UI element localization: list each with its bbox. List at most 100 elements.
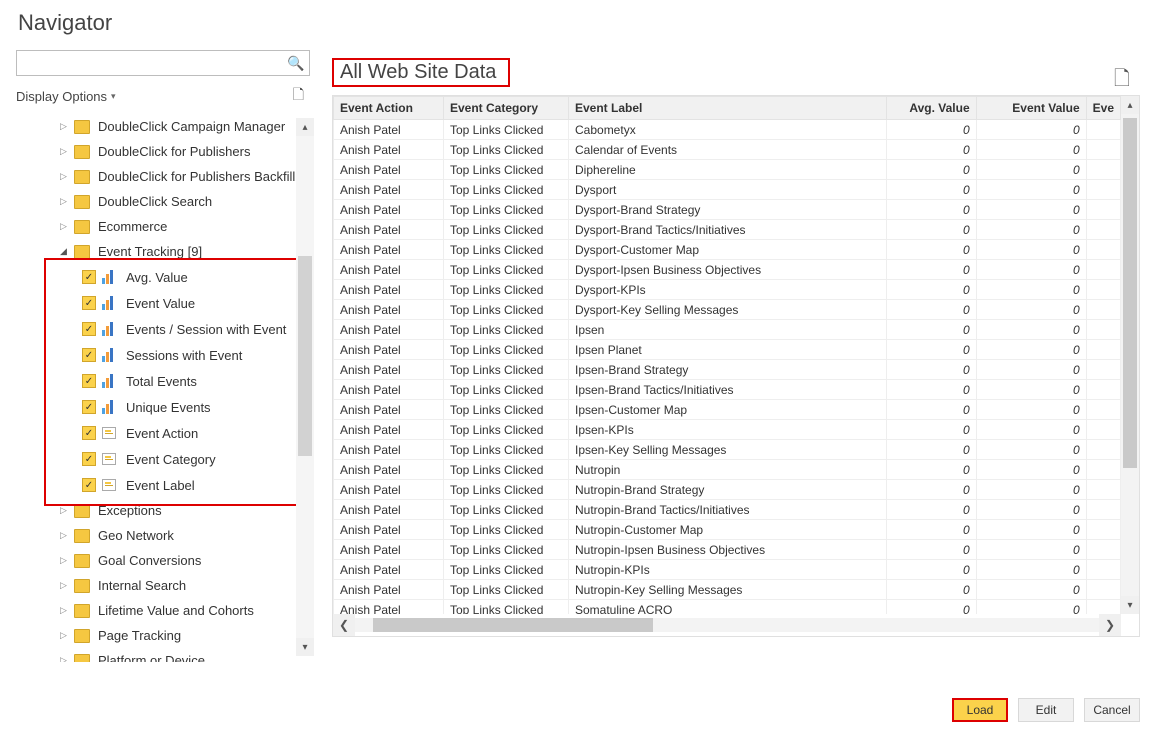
tree-node[interactable]: ▷DoubleClick for Publishers Backfill [16, 164, 314, 189]
search-box[interactable]: 🔍 [16, 50, 310, 76]
table-row[interactable]: Anish PatelTop Links ClickedNutropin-Key… [334, 580, 1121, 600]
tree-scrollbar[interactable]: ▴ ▾ [296, 118, 314, 656]
search-icon[interactable]: 🔍 [283, 55, 309, 72]
checkbox-checked-icon[interactable]: ✓ [82, 452, 96, 466]
chevron-right-icon[interactable]: ▷ [60, 655, 70, 662]
tree-dimension-item[interactable]: ✓Event Category [16, 446, 314, 472]
col-header[interactable]: Event Category [444, 97, 569, 120]
tree-node[interactable]: ▷DoubleClick Campaign Manager [16, 114, 314, 139]
table-row[interactable]: Anish PatelTop Links ClickedIpsen Planet… [334, 340, 1121, 360]
tree-node[interactable]: ▷DoubleClick Search [16, 189, 314, 214]
chevron-right-icon[interactable]: ▷ [60, 196, 70, 207]
tree-dimension-item[interactable]: ✓Event Action [16, 420, 314, 446]
col-header[interactable]: Event Label [569, 97, 887, 120]
search-input[interactable] [17, 51, 283, 75]
table-row[interactable]: Anish PatelTop Links ClickedDysport-Bran… [334, 220, 1121, 240]
tree-node[interactable]: ▷Internal Search [16, 573, 314, 598]
table-row[interactable]: Anish PatelTop Links ClickedDysport-Cust… [334, 240, 1121, 260]
table-row[interactable]: Anish PatelTop Links ClickedDysport-Key … [334, 300, 1121, 320]
cancel-button[interactable]: Cancel [1084, 698, 1140, 722]
table-row[interactable]: Anish PatelTop Links ClickedNutropin00 [334, 460, 1121, 480]
tree-metric-item[interactable]: ✓Event Value [16, 290, 314, 316]
chevron-right-icon[interactable]: ▷ [60, 121, 70, 132]
checkbox-checked-icon[interactable]: ✓ [82, 426, 96, 440]
table-row[interactable]: Anish PatelTop Links ClickedNutropin-Ips… [334, 540, 1121, 560]
display-options-row[interactable]: Display Options ▾ 🗋 [10, 82, 314, 112]
tree-metric-item[interactable]: ✓ Sessions with Event [16, 342, 314, 368]
table-row[interactable]: Anish PatelTop Links ClickedIpsen-Brand … [334, 360, 1121, 380]
chevron-right-icon[interactable]: ▷ [60, 605, 70, 616]
tree-node[interactable]: ▷Lifetime Value and Cohorts [16, 598, 314, 623]
tree-label: Sessions with Event [126, 348, 242, 363]
table-row[interactable]: Anish PatelTop Links ClickedIpsen-Key Se… [334, 440, 1121, 460]
col-header[interactable]: Event Action [334, 97, 444, 120]
col-header[interactable]: Event Value [976, 97, 1086, 120]
scroll-up-icon[interactable]: ▴ [1121, 96, 1139, 114]
chevron-right-icon[interactable]: ▷ [60, 505, 70, 516]
tree-node[interactable]: ▷Goal Conversions [16, 548, 314, 573]
chevron-right-icon[interactable]: ▷ [60, 580, 70, 591]
scroll-left-icon[interactable]: ❮ [333, 614, 355, 636]
table-row[interactable]: Anish PatelTop Links ClickedDiphereline0… [334, 160, 1121, 180]
tree-node[interactable]: ▷Geo Network [16, 523, 314, 548]
table-row[interactable]: Anish PatelTop Links ClickedDysport-KPIs… [334, 280, 1121, 300]
table-row[interactable]: Anish PatelTop Links ClickedIpsen-KPIs00 [334, 420, 1121, 440]
col-header[interactable]: Avg. Value [886, 97, 976, 120]
tree-node[interactable]: ▷DoubleClick for Publishers [16, 139, 314, 164]
table-row[interactable]: Anish PatelTop Links ClickedDysport-Bran… [334, 200, 1121, 220]
chevron-down-icon[interactable]: ◢ [60, 246, 70, 257]
chevron-right-icon[interactable]: ▷ [60, 630, 70, 641]
checkbox-checked-icon[interactable]: ✓ [82, 374, 96, 388]
scroll-thumb[interactable] [373, 618, 653, 632]
tree-dimension-item[interactable]: ✓Event Label [16, 472, 314, 498]
scroll-thumb[interactable] [1123, 118, 1137, 468]
tree-metric-item[interactable]: ✓Events / Session with Event [16, 316, 314, 342]
tree-metric-item[interactable]: ✓Avg. Value [16, 264, 314, 290]
refresh-icon[interactable]: 🗋 [293, 84, 304, 108]
tree-node-event-tracking[interactable]: ◢ Event Tracking [9] [16, 239, 314, 264]
checkbox-checked-icon[interactable]: ✓ [82, 322, 96, 336]
table-row[interactable]: Anish PatelTop Links ClickedDysport-Ipse… [334, 260, 1121, 280]
checkbox-checked-icon[interactable]: ✓ [82, 348, 96, 362]
table-scrollbar-horizontal[interactable]: ❮ ❯ [333, 614, 1121, 636]
chevron-right-icon[interactable]: ▷ [60, 221, 70, 232]
scroll-track[interactable] [355, 618, 1099, 632]
checkbox-checked-icon[interactable]: ✓ [82, 270, 96, 284]
preview-panel: All Web Site Data 🗋 Event Action Event C… [320, 50, 1150, 662]
tree-node[interactable]: ▷Page Tracking [16, 623, 314, 648]
table-row[interactable]: Anish PatelTop Links ClickedNutropin-KPI… [334, 560, 1121, 580]
table-row[interactable]: Anish PatelTop Links ClickedCalendar of … [334, 140, 1121, 160]
refresh-preview-icon[interactable]: 🗋 [1114, 64, 1130, 98]
col-header[interactable]: Eve [1086, 97, 1120, 120]
scroll-down-icon[interactable]: ▾ [296, 638, 314, 656]
table-row[interactable]: Anish PatelTop Links ClickedCabometyx00 [334, 120, 1121, 140]
checkbox-checked-icon[interactable]: ✓ [82, 296, 96, 310]
table-row[interactable]: Anish PatelTop Links ClickedNutropin-Cus… [334, 520, 1121, 540]
table-row[interactable]: Anish PatelTop Links ClickedNutropin-Bra… [334, 480, 1121, 500]
table-row[interactable]: Anish PatelTop Links ClickedIpsen-Brand … [334, 380, 1121, 400]
edit-button[interactable]: Edit [1018, 698, 1074, 722]
table-row[interactable]: Anish PatelTop Links ClickedIpsen00 [334, 320, 1121, 340]
tree-metric-item[interactable]: ✓Total Events [16, 368, 314, 394]
tree-metric-item[interactable]: ✓Unique Events [16, 394, 314, 420]
checkbox-checked-icon[interactable]: ✓ [82, 400, 96, 414]
scroll-right-icon[interactable]: ❯ [1099, 614, 1121, 636]
chevron-right-icon[interactable]: ▷ [60, 555, 70, 566]
table-scrollbar-vertical[interactable]: ▴ ▾ [1121, 96, 1139, 614]
scroll-down-icon[interactable]: ▾ [1121, 596, 1139, 614]
table-row[interactable]: Anish PatelTop Links ClickedDysport00 [334, 180, 1121, 200]
checkbox-checked-icon[interactable]: ✓ [82, 478, 96, 492]
tree-node[interactable]: ▷Platform or Device [16, 648, 314, 662]
tree-node[interactable]: ▷Ecommerce [16, 214, 314, 239]
scroll-up-icon[interactable]: ▴ [296, 118, 314, 136]
chevron-right-icon[interactable]: ▷ [60, 146, 70, 157]
scroll-thumb[interactable] [298, 256, 312, 456]
table-row[interactable]: Anish PatelTop Links ClickedIpsen-Custom… [334, 400, 1121, 420]
chevron-right-icon[interactable]: ▷ [60, 171, 70, 182]
scroll-track[interactable] [296, 136, 314, 638]
scroll-track[interactable] [1121, 114, 1139, 596]
tree-node[interactable]: ▷Exceptions [16, 498, 314, 523]
load-button[interactable]: Load [952, 698, 1008, 722]
table-row[interactable]: Anish PatelTop Links ClickedNutropin-Bra… [334, 500, 1121, 520]
chevron-right-icon[interactable]: ▷ [60, 530, 70, 541]
